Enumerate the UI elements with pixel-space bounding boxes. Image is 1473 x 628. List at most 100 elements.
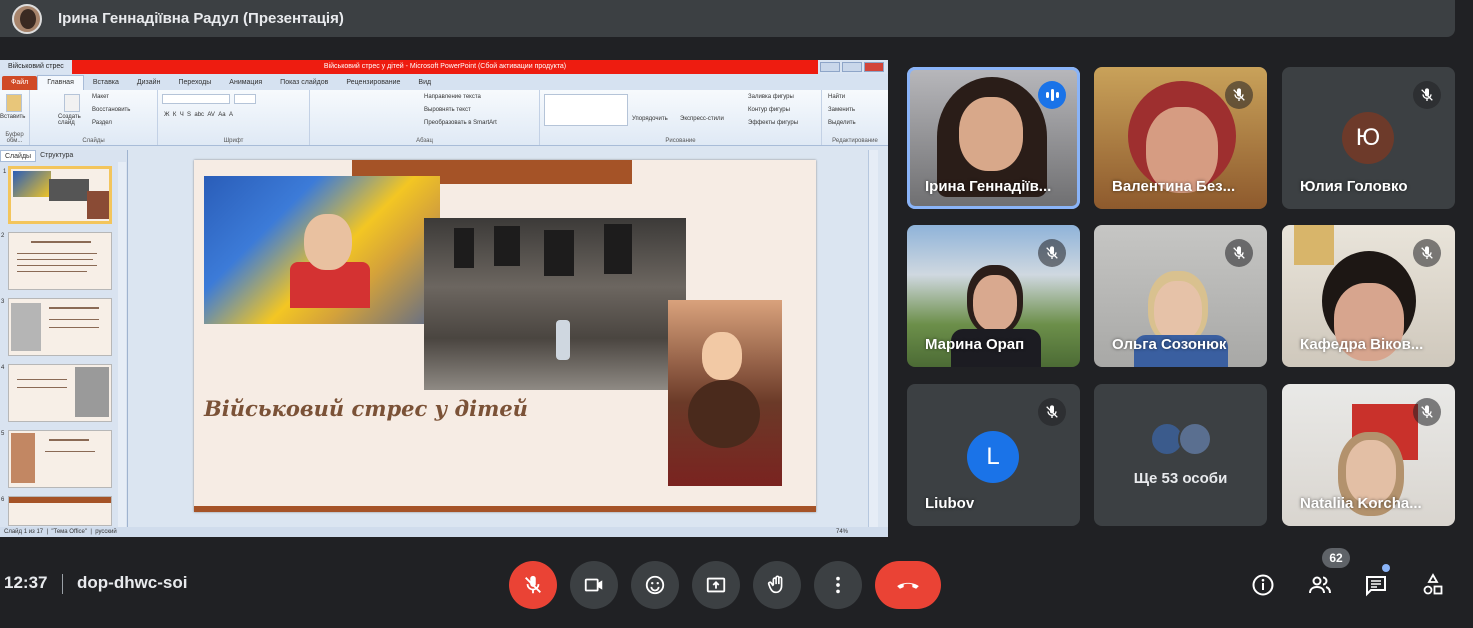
mic-off-icon bbox=[1225, 81, 1253, 109]
ppt-slide-scrollbar bbox=[868, 150, 878, 527]
ppt-group-editing: Найти Заменить Выделить Редактирование bbox=[822, 90, 888, 145]
ppt-find: Найти bbox=[828, 94, 846, 100]
slide-thumbnail: 2 bbox=[1, 232, 112, 290]
ppt-statusbar: Слайд 1 из 17 | "Тема Office" | русский … bbox=[0, 527, 888, 537]
ppt-group-font: Ж К Ч S abc AV Aa A Шрифт bbox=[158, 90, 310, 145]
mic-off-icon bbox=[1225, 239, 1253, 267]
ppt-ribbon: Вставить Буфер обм... Создать слайд Маке… bbox=[0, 90, 888, 146]
ppt-titlebar: Військовий стрес Військовий стрес у діте… bbox=[0, 60, 888, 74]
presenter-avatar bbox=[12, 3, 42, 34]
present-screen-button[interactable] bbox=[692, 561, 740, 609]
slide-title: Військовий стрес у дітей bbox=[204, 396, 528, 421]
participant-name: Nataliia Korcha... bbox=[1300, 495, 1422, 512]
ppt-group-clipboard: Вставить Буфер обм... bbox=[0, 90, 30, 145]
mic-off-icon bbox=[525, 575, 541, 594]
participant-name: Ірина Геннадіїв... bbox=[925, 178, 1052, 195]
ppt-status-zoom: 74% bbox=[835, 529, 848, 535]
meeting-details-button[interactable] bbox=[1250, 572, 1276, 598]
participant-tile[interactable]: Валентина Без... bbox=[1094, 67, 1267, 209]
participant-avatar: Ю bbox=[1342, 112, 1394, 164]
participant-name: Юлия Головко bbox=[1300, 178, 1408, 195]
participant-tile[interactable]: Ірина Геннадіїв... bbox=[907, 67, 1080, 209]
hand-icon bbox=[767, 575, 783, 594]
ppt-slides-label: Слайды bbox=[82, 138, 105, 144]
control-bar: 12:37 dop-dhwc-soi 62 bbox=[0, 548, 1473, 628]
ppt-panel-tab-outline: Структура bbox=[40, 152, 74, 159]
participant-avatar: L bbox=[967, 431, 1019, 483]
info-icon bbox=[1252, 574, 1274, 596]
ppt-panel-scrollbar bbox=[118, 162, 126, 527]
ppt-panel-tabs: Слайды Структура bbox=[0, 150, 127, 162]
reactions-button[interactable] bbox=[631, 561, 679, 609]
camera-icon bbox=[584, 578, 603, 592]
ppt-tab-transitions: Переходы bbox=[178, 79, 212, 86]
ppt-status-slide: Слайд 1 из 17 bbox=[4, 529, 44, 535]
ppt-window-title: Військовий стрес у дітей - Microsoft Pow… bbox=[72, 60, 818, 74]
more-participants-label: Ще 53 особи bbox=[1133, 470, 1228, 487]
ppt-quick-styles: Экспресс-стили bbox=[680, 116, 724, 122]
camera-toggle-button[interactable] bbox=[570, 561, 618, 609]
slide-thumbnail: 3 bbox=[1, 298, 112, 356]
end-call-button[interactable] bbox=[875, 561, 941, 609]
ppt-panel-tab-slides: Слайды bbox=[0, 150, 37, 162]
emoji-icon bbox=[645, 575, 665, 595]
ppt-font-label: Шрифт bbox=[223, 138, 244, 144]
ppt-status-lang: русский bbox=[95, 529, 117, 535]
ppt-replace: Заменить bbox=[828, 107, 855, 113]
mic-toggle-button[interactable] bbox=[509, 561, 557, 609]
ppt-shape-outline: Контур фигуры bbox=[748, 107, 790, 113]
participant-tile[interactable]: L Liubov bbox=[907, 384, 1080, 526]
ppt-paragraph-label: Абзац bbox=[416, 138, 433, 144]
ppt-group-drawing: Упорядочить Экспресс-стили Заливка фигур… bbox=[540, 90, 822, 145]
ppt-tab-slideshow: Показ слайдов bbox=[280, 79, 329, 86]
ppt-shape-effects: Эффекты фигуры bbox=[748, 120, 799, 126]
ppt-paste: Вставить bbox=[0, 114, 26, 120]
chat-button[interactable] bbox=[1363, 572, 1389, 598]
participant-tile[interactable]: Марина Орап bbox=[907, 225, 1080, 367]
ppt-group-slides: Создать слайд Макет Восстановить Раздел … bbox=[30, 90, 158, 145]
more-participants-tile[interactable]: Ще 53 особи bbox=[1094, 384, 1267, 526]
slide-thumbnail: 6 bbox=[1, 496, 112, 526]
more-options-button[interactable] bbox=[814, 561, 862, 609]
ppt-tab-home: Главная bbox=[37, 75, 84, 90]
speaking-indicator-icon bbox=[1038, 81, 1066, 109]
ppt-main: Слайды Структура 1 2 3 4 5 6 Військовий … bbox=[0, 146, 888, 527]
mic-off-icon bbox=[1413, 398, 1441, 426]
ppt-select: Выделить bbox=[828, 120, 856, 126]
participant-name: Ольга Созонюк bbox=[1112, 336, 1227, 353]
mic-off-icon bbox=[1038, 239, 1066, 267]
ppt-arrange: Упорядочить bbox=[632, 116, 668, 122]
participant-name: Liubov bbox=[925, 495, 975, 512]
participant-tile[interactable]: Nataliia Korcha... bbox=[1282, 384, 1455, 526]
current-slide: Військовий стрес у дітей bbox=[194, 160, 816, 512]
raise-hand-button[interactable] bbox=[753, 561, 801, 609]
meeting-time: 12:37 bbox=[4, 573, 48, 592]
ppt-slides-panel: Слайды Структура 1 2 3 4 5 6 bbox=[0, 150, 128, 527]
mic-off-icon bbox=[1413, 81, 1441, 109]
ppt-clipboard-label: Буфер обм... bbox=[5, 132, 24, 144]
participant-name: Валентина Без... bbox=[1112, 178, 1236, 195]
activities-icon bbox=[1423, 573, 1443, 595]
people-icon bbox=[1309, 576, 1331, 594]
present-icon bbox=[706, 577, 726, 593]
slide-image-girl-flag bbox=[204, 176, 440, 324]
ppt-group-paragraph: Направление текста Выровнять текст Преоб… bbox=[310, 90, 540, 145]
participant-tile[interactable]: Кафедра Віков... bbox=[1282, 225, 1455, 367]
ppt-text-direction: Направление текста bbox=[424, 94, 481, 100]
ppt-layout: Макет bbox=[92, 94, 109, 100]
ppt-file-name: Військовий стрес bbox=[8, 63, 64, 70]
mic-off-icon bbox=[1038, 398, 1066, 426]
more-vert-icon bbox=[836, 576, 840, 594]
chat-notification-dot bbox=[1382, 564, 1390, 572]
ppt-drawing-label: Рисование bbox=[665, 138, 696, 144]
people-button[interactable] bbox=[1307, 572, 1333, 598]
people-count-badge: 62 bbox=[1322, 548, 1350, 568]
activities-button[interactable] bbox=[1420, 572, 1446, 598]
participant-tile[interactable]: Ольга Созонюк bbox=[1094, 225, 1267, 367]
divider bbox=[62, 574, 63, 594]
presenter-bar: Ірина Геннадіївна Радул (Презентація) bbox=[0, 0, 1455, 37]
participant-tile[interactable]: Ю Юлия Головко bbox=[1282, 67, 1455, 209]
ppt-editing-label: Редактирование bbox=[832, 138, 878, 144]
ppt-window-controls bbox=[820, 62, 884, 72]
chat-icon bbox=[1366, 576, 1386, 597]
